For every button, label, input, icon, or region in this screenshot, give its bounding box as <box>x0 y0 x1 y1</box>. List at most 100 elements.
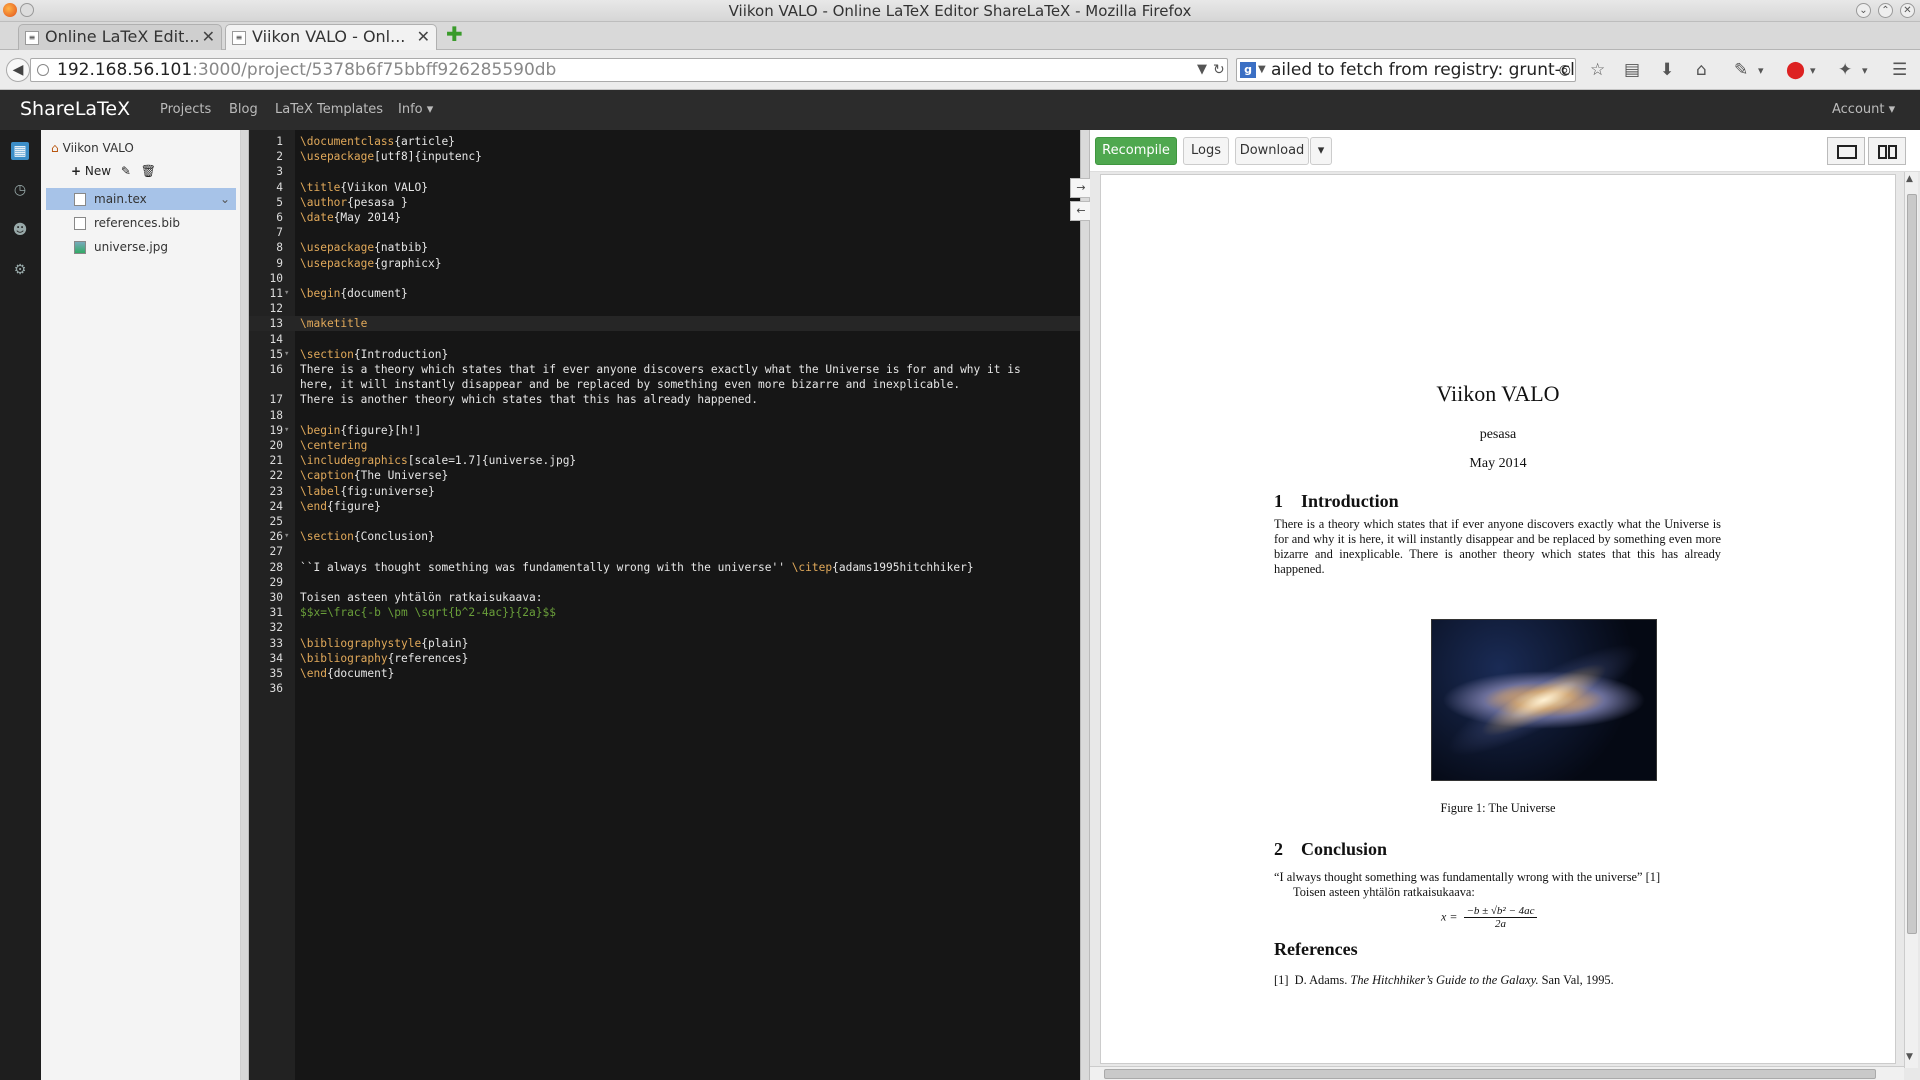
code-text: \title{Viikon VALO} <box>300 180 428 194</box>
file-universe-jpg[interactable]: universe.jpg <box>46 236 236 258</box>
file-references-bib[interactable]: references.bib <box>46 212 236 234</box>
line-number: 28 <box>269 560 283 574</box>
reference-entry: [1] D. Adams. The Hitchhiker’s Guide to … <box>1274 973 1614 988</box>
share-users-icon[interactable]: ☻ <box>11 221 29 239</box>
page-favicon-icon: ≡ <box>232 31 246 45</box>
sync-to-code-icon[interactable]: ← <box>1070 201 1092 221</box>
nav-latex-templates[interactable]: LaTeX Templates <box>275 102 383 117</box>
code-editor[interactable]: 1 \documentclass{article} 2 \usepackage[utf… <box>249 130 1080 1080</box>
pdf-viewer[interactable]: Viikon VALO pesasa May 2014 1 Introducti… <box>1090 172 1920 1080</box>
split-view-icon[interactable] <box>1868 137 1906 165</box>
pdf-horizontal-scrollbar[interactable] <box>1090 1066 1904 1080</box>
line-number: 4 <box>276 180 283 194</box>
pdf-vertical-scrollbar[interactable]: ▲ ▼ <box>1904 172 1918 1068</box>
search-engine-dropdown-icon[interactable]: ▼ <box>1258 59 1266 81</box>
scroll-down-icon[interactable]: ▼ <box>1906 1052 1913 1062</box>
file-tree-resize-handle[interactable] <box>241 130 249 1080</box>
scrollbar-thumb[interactable] <box>1907 194 1917 934</box>
search-engine-icon[interactable]: g <box>1240 62 1256 78</box>
tab-label: Online LaTeX Edit... <box>45 27 200 46</box>
tools-dropdown-icon[interactable]: ▾ <box>1758 64 1764 77</box>
line-number: 21 <box>269 454 283 468</box>
adblock-dropdown-icon[interactable]: ▾ <box>1810 64 1816 77</box>
delete-trash-icon[interactable]: 🗑 <box>141 164 156 178</box>
tools-icon[interactable]: ✎ <box>1734 60 1748 80</box>
line-number: 27 <box>269 545 283 559</box>
minimize-icon[interactable]: ⌄ <box>1856 3 1871 18</box>
history-icon[interactable]: ◷ <box>11 181 29 199</box>
quadratic-equation: x = −b ± √b² − 4ac 2a <box>1441 905 1537 930</box>
line-number: 36 <box>269 682 283 696</box>
address-bar[interactable]: 192.168.56.101:3000/project/5378b6f75bbf… <box>30 58 1228 82</box>
hamburger-menu-icon[interactable]: ☰ <box>1892 60 1907 80</box>
home-icon[interactable]: ⌂ <box>1696 60 1707 80</box>
line-number: 13 <box>269 317 283 331</box>
nav-account[interactable]: Account ▾ <box>1832 102 1895 117</box>
single-pane-view-icon[interactable] <box>1827 137 1865 165</box>
line-number: 9 <box>276 256 283 270</box>
code-text: \documentclass{article} <box>300 135 455 148</box>
download-button[interactable]: Download <box>1235 137 1309 165</box>
chevron-down-icon[interactable]: ⌄ <box>220 188 230 210</box>
tab-online-latex-editor[interactable]: ≡ Online LaTeX Edit... ✕ <box>18 24 222 50</box>
nav-info[interactable]: Info ▾ <box>398 102 433 117</box>
new-tab-icon[interactable]: ✚ <box>446 22 463 46</box>
pdf-resize-handle[interactable] <box>1080 130 1090 1080</box>
download-dropdown-icon[interactable]: ▾ <box>1310 137 1332 165</box>
binoculars-icon[interactable]: ◎ <box>1559 59 1571 81</box>
close-tab-icon[interactable]: ✕ <box>202 25 215 49</box>
code-line[interactable]: 13 \maketitle <box>249 316 1080 332</box>
downloads-icon[interactable]: ⬇ <box>1660 60 1674 80</box>
rename-pencil-icon[interactable]: ✎ <box>121 164 131 178</box>
bookmarks-list-icon[interactable]: ▤ <box>1624 60 1640 80</box>
logs-button[interactable]: Logs <box>1183 137 1229 165</box>
extension-dropdown-icon[interactable]: ▾ <box>1862 64 1868 77</box>
line-number: 18 <box>269 408 283 422</box>
url-dropdown-icon[interactable]: ▼ <box>1197 59 1207 81</box>
file-main-tex[interactable]: main.tex ⌄ <box>46 188 236 210</box>
fold-arrow-icon[interactable]: ▾ <box>284 286 289 301</box>
code-text: \section{Conclusion} <box>300 530 435 544</box>
reload-icon[interactable]: ↻ <box>1213 59 1225 81</box>
search-input[interactable]: g ▼ ailed to fetch from registry: grunt-… <box>1236 58 1576 82</box>
code-text: \begin{document} <box>300 287 408 300</box>
plus-icon: + <box>71 164 82 178</box>
fold-arrow-icon[interactable]: ▾ <box>284 347 289 362</box>
app-header: ShareLaTeX Projects Blog LaTeX Templates… <box>0 90 1920 130</box>
recompile-button[interactable]: Recompile <box>1095 137 1177 165</box>
new-file-button[interactable]: + New <box>71 164 111 178</box>
line-number: 12 <box>269 302 283 316</box>
sharelatex-logo[interactable]: ShareLaTeX <box>20 98 130 120</box>
line-number: 17 <box>269 393 283 407</box>
adblock-icon[interactable]: ⬤ <box>1786 60 1805 80</box>
line-number: 26 <box>269 530 283 544</box>
fold-arrow-icon[interactable]: ▾ <box>284 529 289 544</box>
file-label: universe.jpg <box>94 240 168 254</box>
sync-to-pdf-icon[interactable]: → <box>1070 178 1092 198</box>
file-tree-icon[interactable]: ▦ <box>11 142 29 160</box>
references-heading: References <box>1274 939 1358 959</box>
line-number: 2 <box>276 150 283 164</box>
bookmark-star-icon[interactable]: ☆ <box>1590 60 1605 80</box>
project-root[interactable]: ⌂ Viikon VALO <box>51 141 134 155</box>
nav-projects[interactable]: Projects <box>160 102 211 117</box>
settings-gear-icon[interactable]: ⚙ <box>11 261 29 279</box>
code-text: \bibliography{references} <box>300 651 469 665</box>
nav-blog[interactable]: Blog <box>229 102 258 117</box>
line-number: 5 <box>276 195 283 209</box>
extension-icon[interactable]: ✦ <box>1838 60 1852 80</box>
close-tab-icon[interactable]: ✕ <box>417 25 430 49</box>
code-text: \usepackage[utf8]{inputenc} <box>300 150 482 164</box>
address-host: 192.168.56.101 <box>57 60 193 80</box>
maximize-icon[interactable]: ⌃ <box>1878 3 1893 18</box>
scroll-up-icon[interactable]: ▲ <box>1906 174 1913 184</box>
close-window-icon[interactable]: ✕ <box>1900 3 1915 18</box>
fold-arrow-icon[interactable]: ▾ <box>284 423 289 438</box>
tab-viikon-valo[interactable]: ≡ Viikon VALO - Onl... ✕ <box>225 24 437 50</box>
scrollbar-thumb[interactable] <box>1104 1069 1876 1079</box>
line-number: 23 <box>269 484 283 498</box>
pdf-panel: Recompile Logs Download ▾ Viikon VALO pe… <box>1090 130 1920 1080</box>
file-label: references.bib <box>94 216 180 230</box>
code-text: \includegraphics[scale=1.7]{universe.jpg… <box>300 454 577 468</box>
back-icon[interactable]: ◀ <box>6 58 30 82</box>
